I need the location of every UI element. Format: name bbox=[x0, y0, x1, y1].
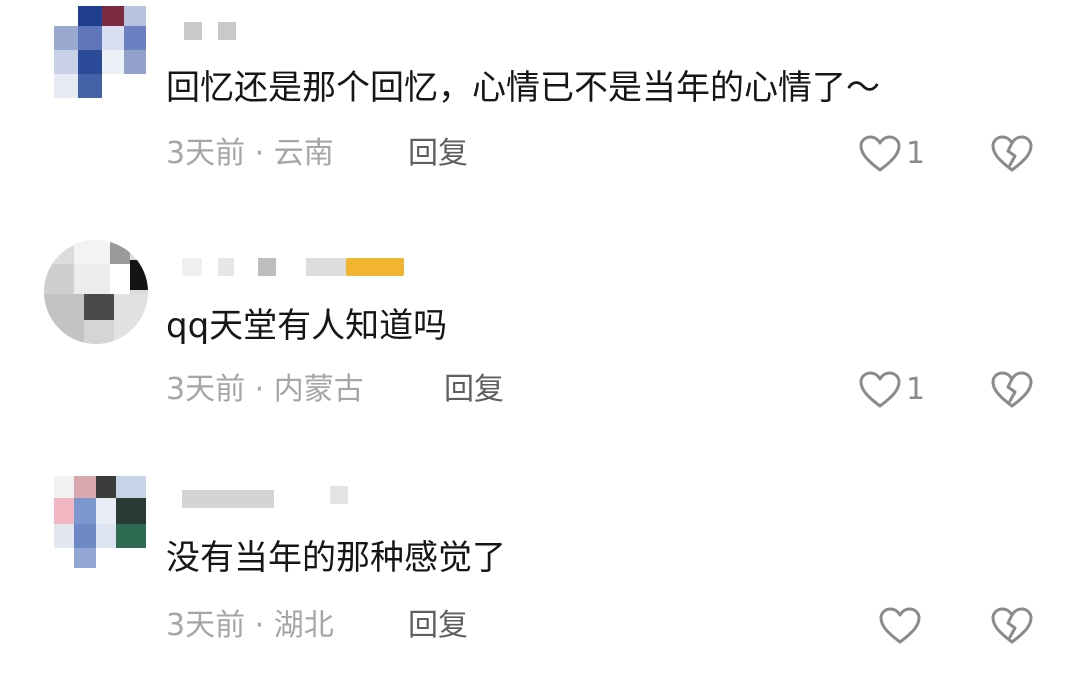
username[interactable] bbox=[184, 22, 244, 44]
like-button[interactable] bbox=[858, 134, 902, 174]
avatar[interactable] bbox=[54, 476, 146, 568]
comment-meta: 3天前 · 云南 bbox=[166, 136, 334, 172]
reply-button[interactable]: 回复 bbox=[408, 136, 468, 172]
comment-item: qq天堂有人知道吗 3天前 · 内蒙古 回复 1 bbox=[0, 230, 1080, 440]
username[interactable] bbox=[182, 258, 412, 280]
meta-separator: · bbox=[254, 136, 265, 171]
reply-button[interactable]: 回复 bbox=[444, 372, 504, 408]
comment-location: 云南 bbox=[273, 136, 334, 171]
comment-text: 没有当年的那种感觉了 bbox=[166, 538, 506, 578]
dislike-button[interactable] bbox=[990, 134, 1034, 174]
like-count: 1 bbox=[906, 136, 926, 171]
like-count: 1 bbox=[906, 372, 926, 407]
comment-time: 3天前 bbox=[166, 136, 246, 171]
avatar[interactable] bbox=[54, 6, 146, 98]
reply-button[interactable]: 回复 bbox=[408, 608, 468, 644]
broken-heart-icon bbox=[991, 135, 1033, 172]
comment-meta: 3天前 · 内蒙古 bbox=[166, 372, 364, 408]
avatar[interactable] bbox=[44, 240, 148, 344]
comment-item: 没有当年的那种感觉了 3天前 · 湖北 回复 bbox=[0, 470, 1080, 682]
comment-time: 3天前 bbox=[166, 372, 246, 407]
comment-meta: 3天前 · 湖北 bbox=[166, 608, 334, 644]
comment-text: 回忆还是那个回忆，心情已不是当年的心情了～ bbox=[166, 68, 880, 108]
broken-heart-icon bbox=[991, 607, 1033, 644]
meta-separator: · bbox=[254, 372, 265, 407]
heart-outline-icon bbox=[859, 135, 901, 172]
meta-separator: · bbox=[254, 608, 265, 643]
dislike-button[interactable] bbox=[990, 370, 1034, 410]
username[interactable] bbox=[182, 486, 352, 508]
comment-location: 内蒙古 bbox=[273, 372, 364, 407]
comment-text: qq天堂有人知道吗 bbox=[166, 306, 448, 346]
comment-location: 湖北 bbox=[273, 608, 334, 643]
like-button[interactable] bbox=[858, 370, 902, 410]
heart-outline-icon bbox=[859, 371, 901, 408]
broken-heart-icon bbox=[991, 371, 1033, 408]
comment-time: 3天前 bbox=[166, 608, 246, 643]
comment-item: 回忆还是那个回忆，心情已不是当年的心情了～ 3天前 · 云南 回复 1 bbox=[0, 0, 1080, 200]
like-button[interactable] bbox=[878, 606, 922, 646]
dislike-button[interactable] bbox=[990, 606, 1034, 646]
heart-outline-icon bbox=[879, 607, 921, 644]
